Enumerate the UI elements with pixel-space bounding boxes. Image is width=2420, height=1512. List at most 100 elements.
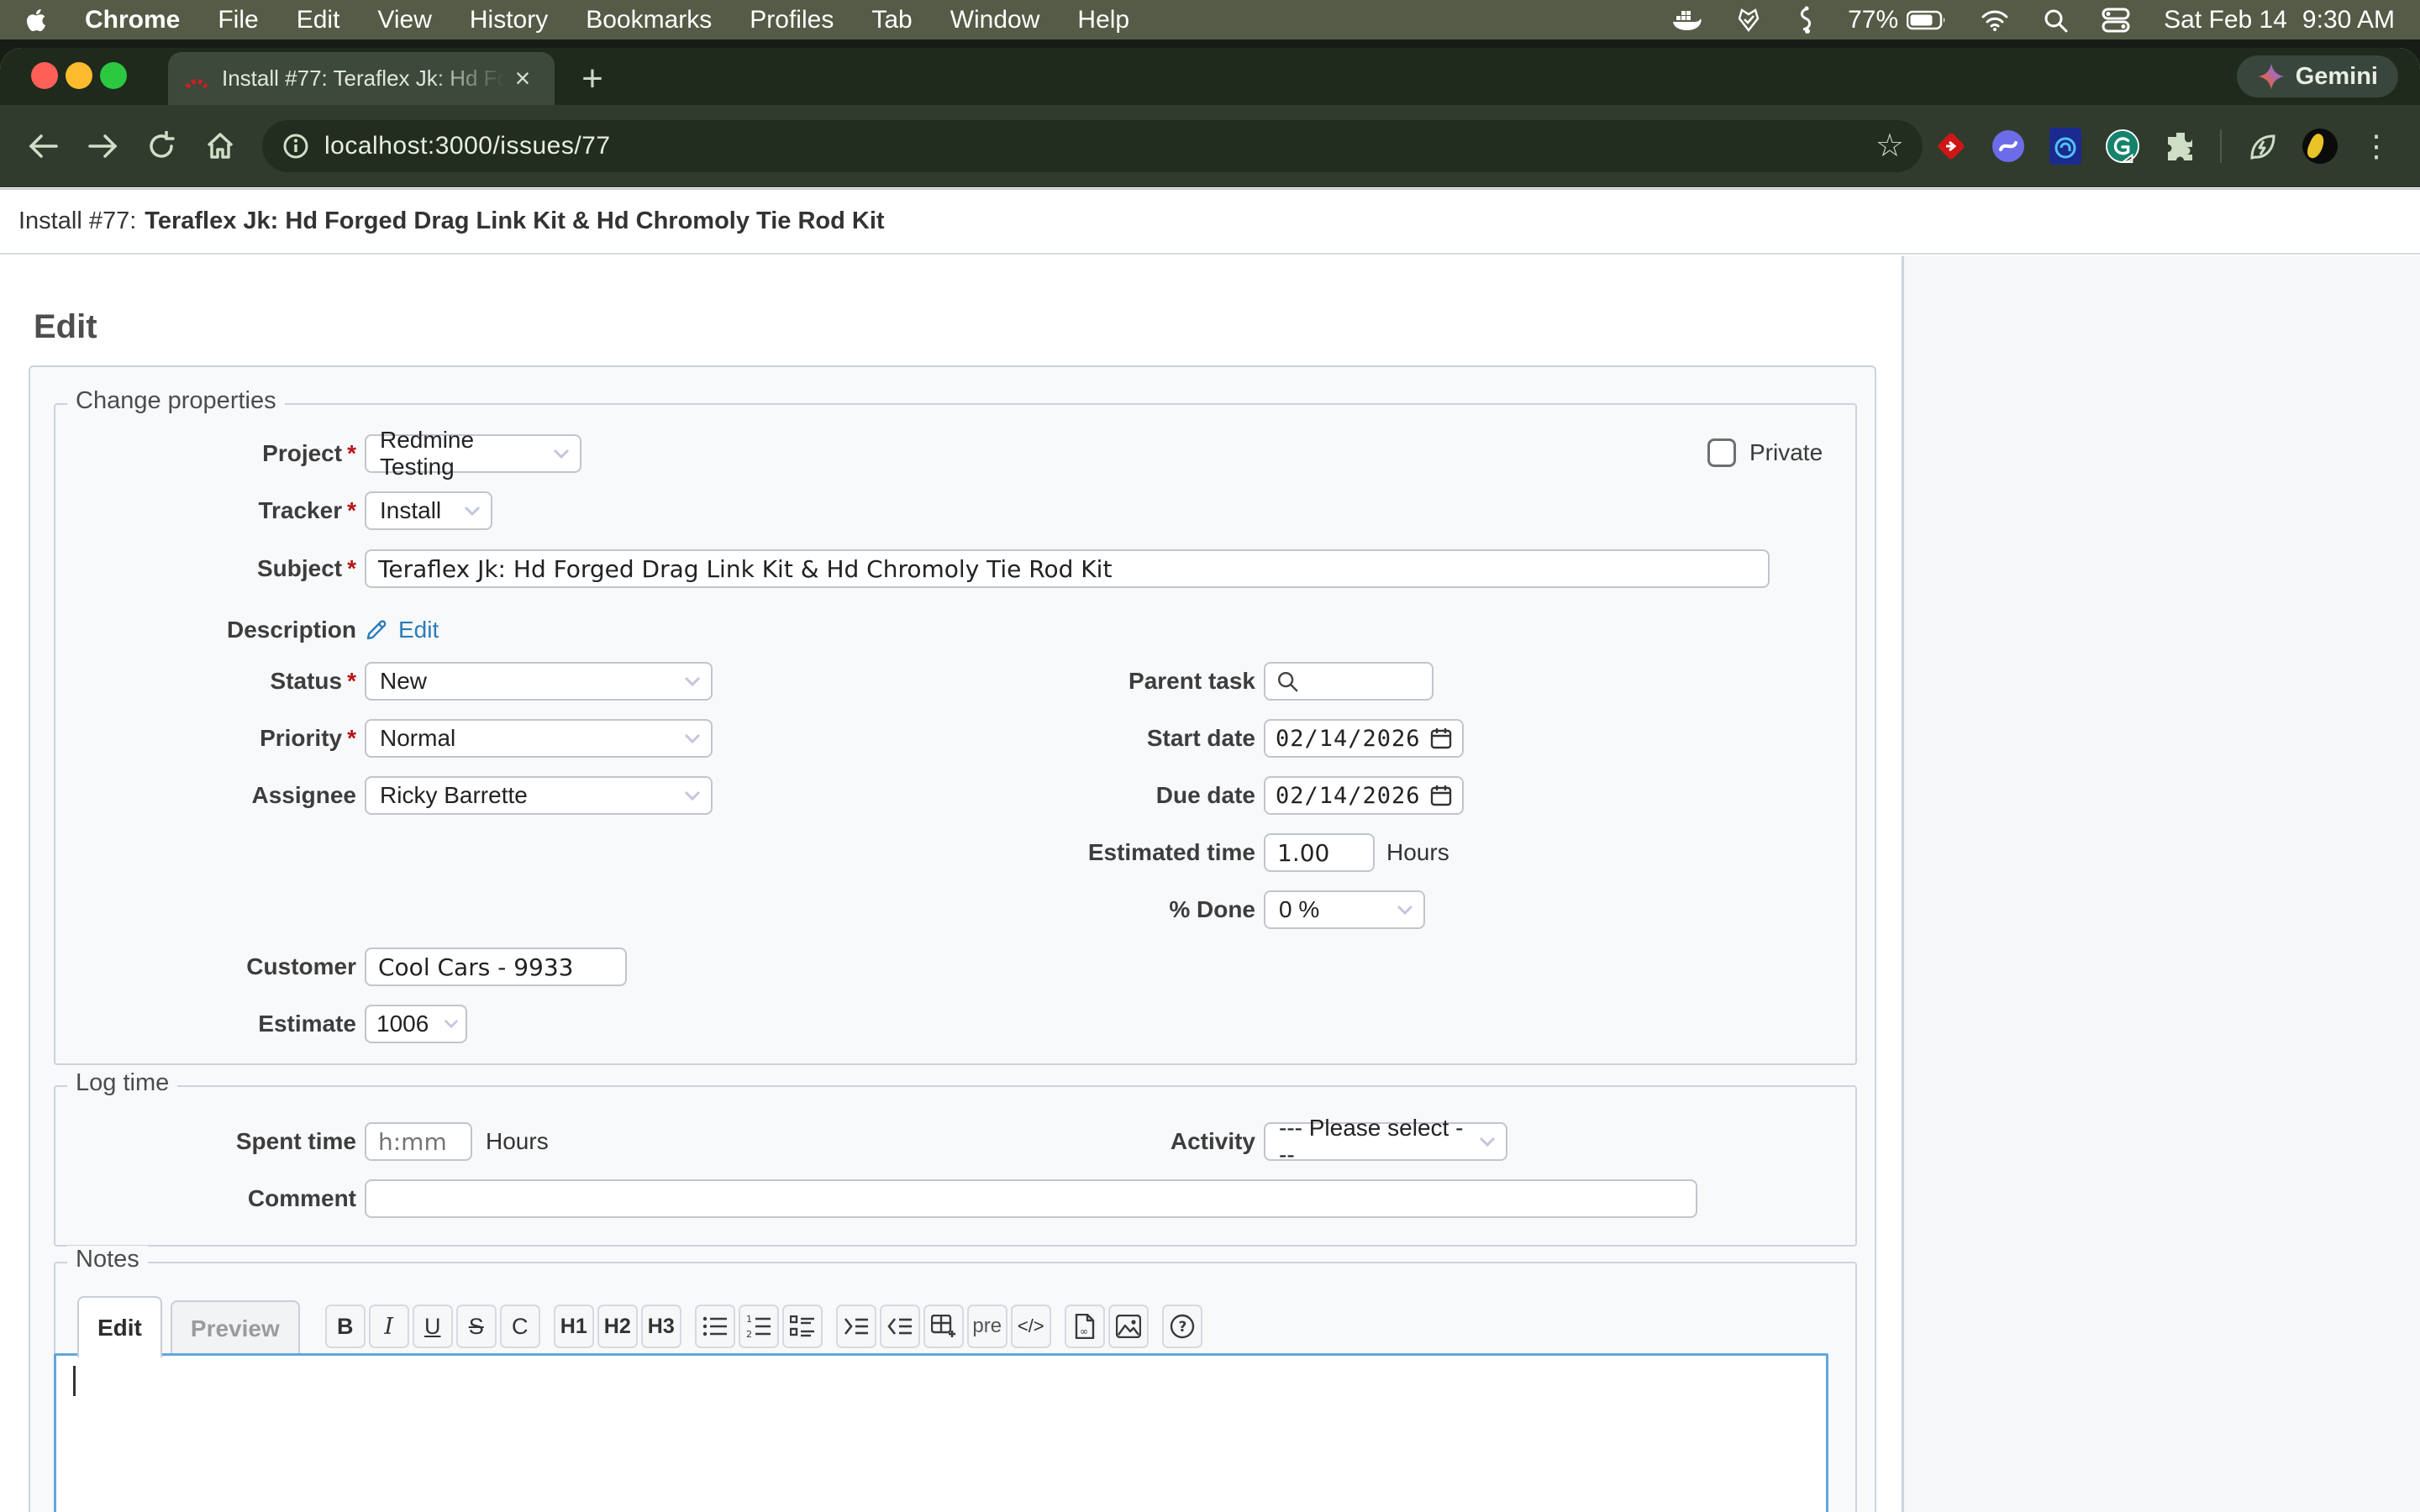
tab-preview[interactable]: Preview <box>171 1300 300 1357</box>
spotlight-search-icon[interactable] <box>2043 8 2068 33</box>
h3-button[interactable]: H3 <box>641 1305 681 1348</box>
priority-select[interactable]: Normal <box>365 719 713 758</box>
apple-icon[interactable] <box>25 8 47 33</box>
project-select[interactable]: Redmine Testing <box>365 434 581 473</box>
estimated-time-input[interactable] <box>1264 833 1375 872</box>
extensions-puzzle-icon[interactable] <box>2163 129 2196 163</box>
comment-input[interactable] <box>365 1179 1697 1218</box>
home-icon[interactable] <box>197 123 244 170</box>
percent-done-select[interactable]: 0 % <box>1264 890 1425 929</box>
app-menubar-icon-2[interactable] <box>1796 6 1814 34</box>
extension-icon-purple[interactable] <box>1991 129 2025 163</box>
task-list-button[interactable] <box>782 1305 823 1348</box>
italic-button[interactable]: I <box>369 1305 409 1348</box>
log-time-legend: Log time <box>67 1069 177 1097</box>
minimize-window-button[interactable] <box>66 62 92 89</box>
description-edit-link[interactable]: Edit <box>398 617 439 643</box>
menu-bookmarks[interactable]: Bookmarks <box>586 6 712 34</box>
profile-avatar[interactable] <box>2302 129 2338 164</box>
pencil-icon[interactable] <box>365 618 388 642</box>
address-bar[interactable]: localhost:3000/issues/77 ☆ <box>262 120 1923 172</box>
estimate-select[interactable]: 1006 <box>365 1005 467 1043</box>
url-text[interactable]: localhost:3000/issues/77 <box>324 132 611 160</box>
attach-file-button[interactable]: ∞ <box>1065 1305 1105 1348</box>
browser-tab[interactable]: Install #77: Teraflex Jk: Hd Fo × <box>168 52 555 105</box>
gemini-button[interactable]: Gemini <box>2237 55 2398 97</box>
code-block-button[interactable]: </> <box>1011 1305 1051 1348</box>
menu-window[interactable]: Window <box>950 6 1040 34</box>
table-button[interactable] <box>923 1305 964 1348</box>
subject-input[interactable] <box>365 549 1770 588</box>
h2-button[interactable]: H2 <box>597 1305 638 1348</box>
help-button[interactable]: ? <box>1162 1305 1202 1348</box>
due-date-input[interactable]: 02/14/2026 <box>1264 776 1464 815</box>
outdent-button[interactable] <box>880 1305 920 1348</box>
extension-icon-red[interactable] <box>1934 129 1968 163</box>
chevron-down-icon <box>1479 1137 1496 1147</box>
wifi-icon[interactable] <box>1981 9 2009 31</box>
notes-textarea[interactable] <box>54 1353 1828 1512</box>
unordered-list-button[interactable] <box>695 1305 735 1348</box>
chevron-down-icon <box>444 1019 459 1029</box>
gemini-label: Gemini <box>2296 63 2378 91</box>
inline-code-button[interactable]: C <box>500 1305 540 1348</box>
strikethrough-button[interactable]: S <box>456 1305 497 1348</box>
redmine-favicon <box>183 66 210 92</box>
new-tab-button[interactable]: + <box>570 56 615 102</box>
insert-image-button[interactable] <box>1108 1305 1149 1348</box>
close-window-button[interactable] <box>31 62 58 89</box>
page-title: Edit <box>34 308 97 346</box>
underline-button[interactable]: U <box>413 1305 453 1348</box>
menu-history[interactable]: History <box>470 6 548 34</box>
clock-time: 9:30 AM <box>2302 6 2395 34</box>
private-checkbox[interactable] <box>1707 438 1736 467</box>
menu-profiles[interactable]: Profiles <box>750 6 834 34</box>
chrome-menu-icon[interactable]: ⋮ <box>2361 129 2391 164</box>
spent-time-input[interactable] <box>365 1122 472 1161</box>
menu-help[interactable]: Help <box>1077 6 1129 34</box>
comment-label: Comment <box>55 1179 356 1218</box>
tab-edit[interactable]: Edit <box>77 1296 162 1357</box>
app-menubar-icon-1[interactable] <box>1735 7 1762 34</box>
menu-edit[interactable]: Edit <box>297 6 340 34</box>
pre-button[interactable]: pre <box>967 1305 1007 1348</box>
bold-button[interactable]: B <box>325 1305 366 1348</box>
menubar-clock[interactable]: Sat Feb 14 9:30 AM <box>2164 6 2395 34</box>
extension-icon-blue-lock[interactable] <box>2049 129 2082 163</box>
subject-label: Subject* <box>55 549 356 588</box>
reload-icon[interactable] <box>138 123 185 170</box>
parent-task-input[interactable] <box>1264 662 1434 701</box>
zoom-window-button[interactable] <box>100 62 127 89</box>
forward-icon[interactable] <box>79 123 126 170</box>
site-info-icon[interactable] <box>281 131 311 161</box>
customer-input[interactable] <box>365 948 627 986</box>
hours-suffix: Hours <box>1386 833 1449 872</box>
search-icon <box>1276 669 1299 693</box>
back-icon[interactable] <box>20 123 67 170</box>
log-time-fieldset: Log time Spent time Hours Activity --- P… <box>54 1085 1857 1247</box>
h1-button[interactable]: H1 <box>554 1305 594 1348</box>
battery-saver-icon[interactable] <box>2245 129 2279 163</box>
calendar-icon[interactable] <box>1430 727 1452 749</box>
battery-status[interactable]: 77% <box>1848 6 1947 34</box>
menu-view[interactable]: View <box>377 6 431 34</box>
tab-close-icon[interactable]: × <box>506 62 539 96</box>
extensions-area: ⋮ <box>1934 129 2400 164</box>
indent-button[interactable] <box>836 1305 876 1348</box>
tracker-label: Tracker* <box>55 491 356 530</box>
bookmark-star-icon[interactable]: ☆ <box>1876 130 1904 162</box>
calendar-icon[interactable] <box>1430 785 1452 806</box>
menu-file[interactable]: File <box>218 6 258 34</box>
activity-select[interactable]: --- Please select --- <box>1264 1122 1507 1161</box>
estimated-time-label: Estimated time <box>919 833 1255 872</box>
menu-tab[interactable]: Tab <box>871 6 912 34</box>
docker-menubar-icon[interactable] <box>1671 8 1702 33</box>
status-select[interactable]: New <box>365 662 713 701</box>
assignee-select[interactable]: Ricky Barrette <box>365 776 713 815</box>
menu-chrome[interactable]: Chrome <box>85 6 180 34</box>
tracker-select[interactable]: Install <box>365 491 492 530</box>
control-center-icon[interactable] <box>2102 8 2130 33</box>
grammarly-icon[interactable] <box>2106 129 2139 163</box>
start-date-input[interactable]: 02/14/2026 <box>1264 719 1464 758</box>
ordered-list-button[interactable]: 12 <box>739 1305 779 1348</box>
